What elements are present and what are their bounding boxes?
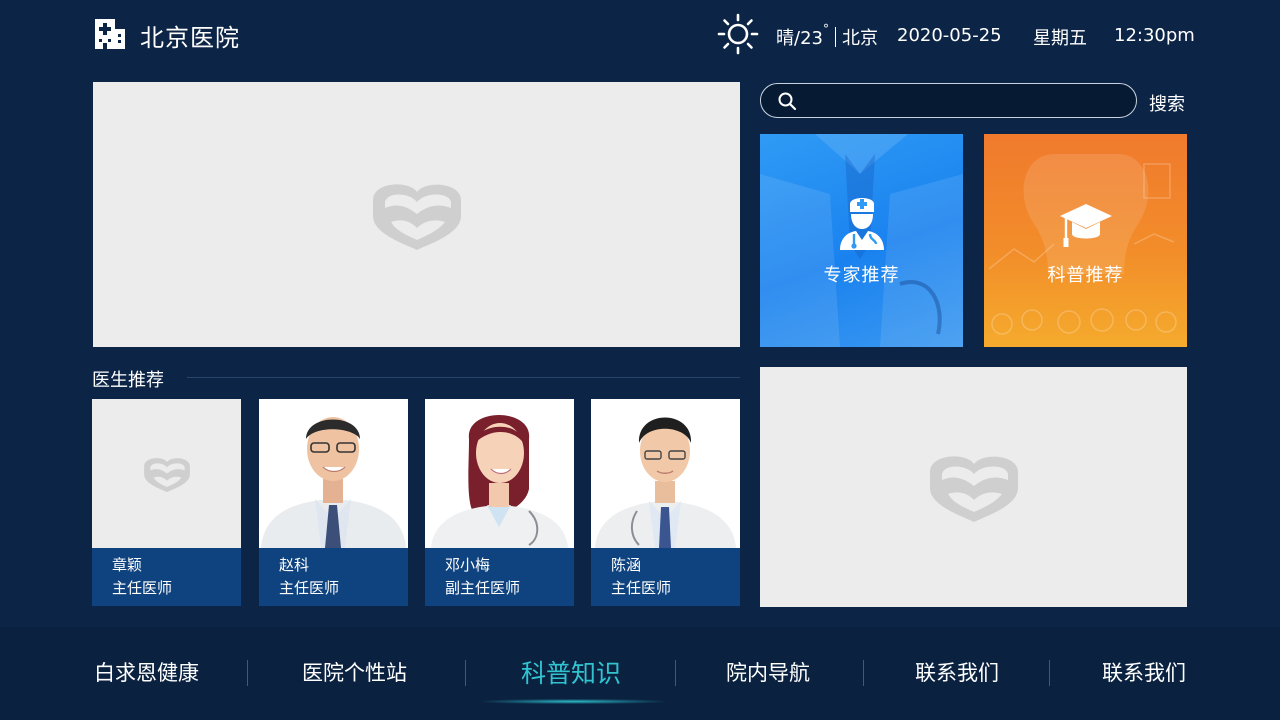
doctor-title: 副主任医师 (445, 579, 521, 597)
main-banner[interactable] (93, 82, 740, 347)
doctor-icon (840, 198, 884, 250)
search-button[interactable]: 搜索 (1149, 90, 1185, 116)
active-tab-indicator (483, 699, 663, 704)
doctor-caption: 章颖 主任医师 (92, 548, 241, 606)
science-recommend-label: 科普推荐 (1047, 265, 1124, 286)
nav-item-baiqiuen-health[interactable]: 白求恩健康 (94, 657, 199, 687)
doctor-card[interactable]: 陈涵 主任医师 (591, 399, 740, 606)
nav-divider (247, 660, 248, 686)
doctor-recommend-title: 医生推荐 (92, 370, 164, 391)
top-bar: 北京医院 晴/23° 北京 2020-05-25 星期五 12:30pm (0, 0, 1280, 70)
current-time: 12:30pm (1114, 25, 1195, 46)
doctor-photo-placeholder (92, 399, 241, 548)
search-input[interactable] (805, 88, 1125, 114)
doctor-photo (591, 399, 740, 548)
science-recommend-tile[interactable]: 科普推荐 (984, 134, 1187, 347)
doctor-name: 章颖 (112, 556, 143, 574)
hospital-name: 北京医院 (140, 24, 240, 52)
degree-symbol: ° (822, 22, 829, 36)
doctor-caption: 邓小梅 副主任医师 (425, 548, 574, 606)
side-banner[interactable] (760, 367, 1187, 607)
city-name: 北京 (841, 28, 878, 49)
placeholder-logo-icon (143, 457, 190, 492)
nav-divider (863, 660, 864, 686)
doctor-name: 邓小梅 (445, 556, 491, 574)
nav-divider (1049, 660, 1050, 686)
nav-item-contact-us[interactable]: 联系我们 (915, 657, 999, 687)
doctor-photo (259, 399, 408, 548)
doctor-title: 主任医师 (611, 579, 672, 597)
doctor-name: 陈涵 (611, 556, 642, 574)
doctor-card[interactable]: 邓小梅 副主任医师 (425, 399, 574, 606)
doctor-card[interactable]: 赵科 主任医师 (259, 399, 408, 606)
expert-recommend-tile[interactable]: 专家推荐 (760, 134, 963, 347)
section-divider (187, 377, 740, 378)
doctor-photo (425, 399, 574, 548)
doctor-name: 赵科 (279, 556, 310, 574)
search-bar[interactable] (760, 83, 1137, 118)
hospital-building-icon (95, 19, 125, 49)
nav-item-science-knowledge[interactable]: 科普知识 (521, 654, 621, 690)
nav-divider (465, 660, 466, 686)
nav-item-hospital-navigation[interactable]: 院内导航 (726, 657, 810, 687)
placeholder-logo-icon (929, 456, 1018, 522)
doctor-caption: 赵科 主任医师 (259, 548, 408, 606)
nav-divider (675, 660, 676, 686)
graduation-cap-icon (1060, 204, 1112, 247)
placeholder-logo-icon (372, 183, 461, 250)
sun-icon (717, 13, 759, 55)
current-weekday: 星期五 (1033, 28, 1087, 49)
current-date: 2020-05-25 (897, 25, 1002, 46)
weather-condition: 晴/23 (776, 28, 823, 49)
doctor-card[interactable]: 章颖 主任医师 (92, 399, 241, 606)
bottom-nav: 白求恩健康 医院个性站 科普知识 院内导航 联系我们 联系我们 (0, 627, 1280, 720)
weather-info: 晴/23° 北京 (776, 22, 878, 50)
nav-item-contact-us-2[interactable]: 联系我们 (1102, 657, 1186, 687)
doctor-title: 主任医师 (279, 579, 340, 597)
expert-recommend-label: 专家推荐 (823, 265, 900, 286)
search-icon[interactable] (777, 91, 797, 111)
weather-divider (834, 27, 836, 47)
nav-item-hospital-site[interactable]: 医院个性站 (302, 657, 407, 687)
doctor-caption: 陈涵 主任医师 (591, 548, 740, 606)
doctor-title: 主任医师 (112, 579, 173, 597)
